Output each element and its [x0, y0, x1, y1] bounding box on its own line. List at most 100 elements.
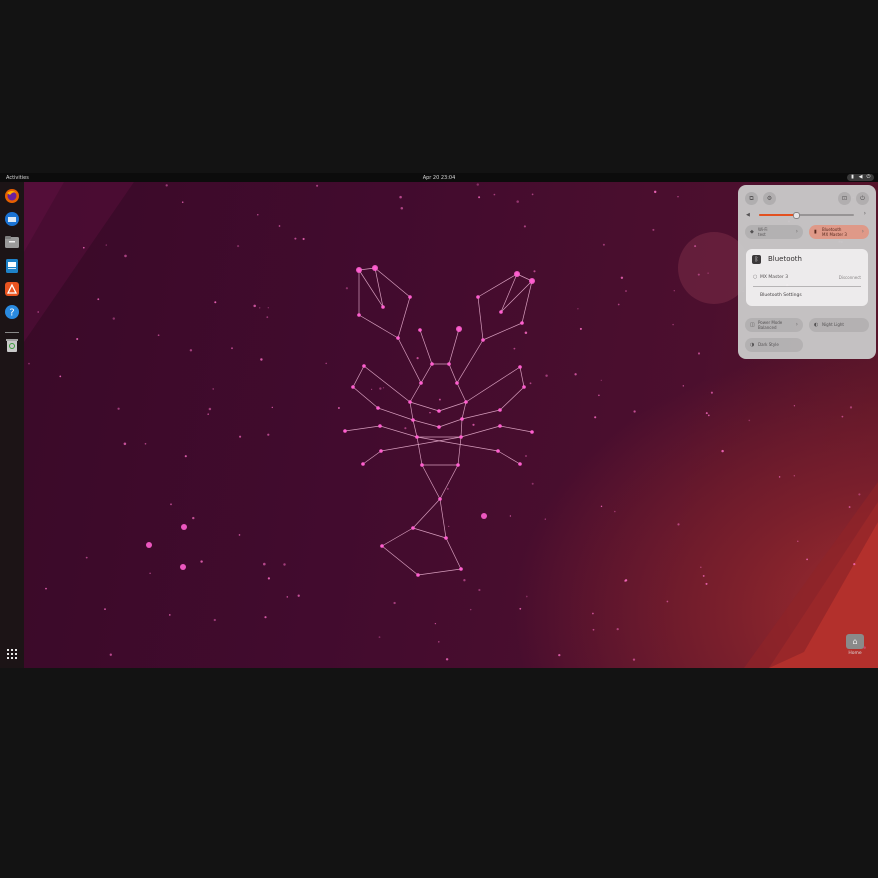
background-star	[476, 183, 479, 186]
background-star	[577, 308, 579, 310]
background-star	[28, 362, 30, 365]
dock-separator	[5, 332, 19, 333]
constellation-line	[521, 280, 533, 324]
trash-icon[interactable]	[4, 337, 20, 353]
constellation-star	[343, 429, 347, 433]
bluetooth-device-item[interactable]: MX Master 3	[760, 275, 788, 280]
volume-slider-handle[interactable]	[792, 212, 800, 219]
app-center-icon[interactable]	[4, 281, 20, 297]
files-icon[interactable]	[4, 234, 20, 250]
background-star	[721, 449, 724, 453]
background-star	[558, 653, 561, 657]
clock[interactable]: Apr 20 23:04	[0, 175, 878, 181]
background-star	[207, 413, 209, 415]
device-status[interactable]: Disconnect	[839, 275, 861, 280]
constellation-line	[500, 273, 518, 313]
divider	[753, 286, 861, 287]
background-star	[524, 454, 528, 458]
constellation-star	[411, 526, 415, 530]
system-tray[interactable]: ▮ ◀ ⏻	[847, 174, 874, 181]
power-mode-toggle[interactable]: ◫ Power Mode Balanced ›	[745, 318, 803, 332]
background-star	[677, 523, 680, 526]
background-star	[545, 374, 548, 377]
background-star	[325, 362, 327, 365]
glow-star	[180, 564, 186, 570]
constellation-star	[437, 425, 441, 429]
grid-dot	[11, 657, 13, 659]
writer-icon[interactable]	[4, 258, 20, 274]
glow-star	[529, 278, 535, 284]
constellation-star	[416, 573, 420, 577]
constellation-line	[456, 339, 484, 384]
constellation-star	[444, 536, 448, 540]
constellation-star	[411, 418, 415, 422]
background-star	[168, 614, 171, 616]
background-star	[286, 596, 289, 598]
help-icon[interactable]: ?	[4, 304, 20, 320]
speaker-icon: ◀	[746, 212, 750, 218]
background-star	[267, 577, 271, 580]
constellation-star	[408, 295, 412, 299]
constellation-star	[380, 544, 384, 548]
chevron-right-icon[interactable]: ›	[864, 210, 866, 217]
background-star	[434, 622, 437, 625]
background-star	[853, 563, 856, 566]
constellation-line	[412, 419, 440, 428]
background-star	[625, 290, 627, 292]
chevron-down-icon[interactable]: ›	[862, 228, 864, 235]
constellation-line	[417, 568, 462, 576]
grid-dot	[7, 649, 9, 651]
bluetooth-subtitle: MX Master 3	[822, 231, 847, 237]
constellation-star	[419, 381, 423, 385]
constellation-star	[499, 310, 503, 314]
home-folder[interactable]: ⌂ Home	[845, 634, 865, 658]
power-menu-icon[interactable]: ⏻	[856, 192, 869, 205]
constellation-star	[518, 365, 522, 369]
background-star	[271, 406, 273, 409]
background-star	[264, 616, 267, 619]
background-star	[192, 516, 195, 520]
constellation-line	[460, 425, 501, 438]
firefox-icon[interactable]	[4, 188, 20, 204]
background-star	[105, 244, 107, 246]
constellation-star	[476, 295, 480, 299]
chevron-right-icon[interactable]: ›	[796, 321, 798, 328]
constellation-star	[430, 362, 434, 366]
constellation-line	[409, 401, 414, 421]
constellation-star	[376, 406, 380, 410]
bluetooth-toggle[interactable]: ▮ Bluetooth MX Master 3 ›	[809, 225, 869, 239]
background-star	[170, 503, 172, 506]
settings-icon[interactable]: ⚙	[763, 192, 776, 205]
constellation-line	[344, 425, 381, 432]
constellation-line	[460, 418, 463, 438]
constellation-line	[500, 280, 533, 313]
night-light-toggle[interactable]: ◐ Night Light	[809, 318, 869, 332]
thunderbird-icon[interactable]	[4, 211, 20, 227]
dark-style-toggle[interactable]: ◑ Dark Style	[745, 338, 803, 352]
background-star	[748, 419, 751, 422]
constellation-line	[445, 537, 462, 570]
volume-slider[interactable]	[759, 212, 854, 219]
background-star	[448, 525, 450, 528]
constellation-line	[465, 366, 521, 403]
svg-text:?: ?	[9, 308, 14, 319]
background-star	[849, 406, 853, 409]
background-star	[184, 455, 187, 458]
background-star	[633, 410, 636, 413]
background-star	[393, 601, 396, 605]
show-apps-icon[interactable]	[6, 648, 18, 660]
background-star	[469, 608, 472, 611]
lock-icon[interactable]: ⊡	[838, 192, 851, 205]
background-star	[257, 214, 259, 216]
bluetooth-settings-link[interactable]: Bluetooth Settings	[760, 293, 802, 298]
chevron-right-icon[interactable]: ›	[796, 228, 798, 235]
constellation-star	[378, 424, 382, 428]
constellation-line	[457, 436, 462, 466]
screenshot-icon[interactable]: ⧉	[745, 192, 758, 205]
wifi-toggle[interactable]: ◆ Wi-Fi test ›	[745, 225, 803, 239]
background-star	[124, 254, 127, 258]
background-star	[400, 207, 404, 210]
background-star	[263, 562, 266, 566]
background-star	[213, 618, 216, 622]
background-star	[602, 243, 605, 246]
